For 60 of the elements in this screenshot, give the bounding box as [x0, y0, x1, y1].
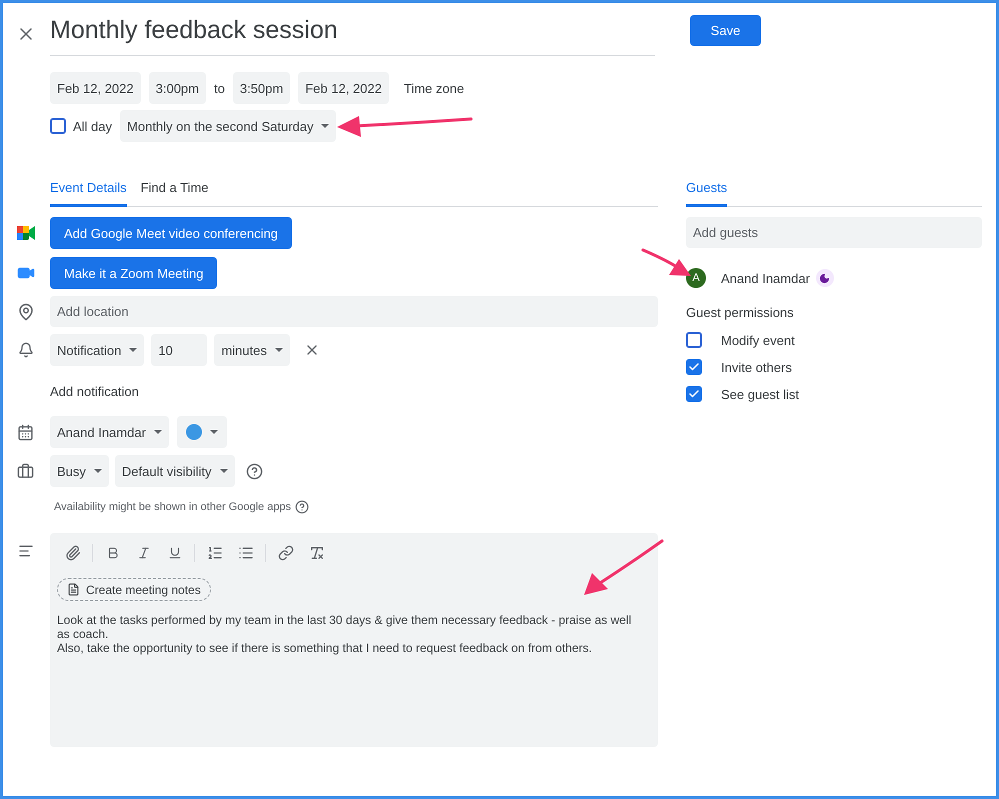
description-text: Look at the tasks performed by my team in the last 30 days & give them necessary feedback - praise as well as coach.	[57, 613, 632, 641]
all-day-checkbox[interactable]	[50, 118, 66, 134]
guest-avatar: A	[686, 268, 706, 288]
notification-unit-dropdown[interactable]: minutes	[214, 334, 290, 366]
permission-checkbox[interactable]	[686, 332, 702, 348]
color-dropdown[interactable]	[176, 416, 227, 448]
add-notification-link[interactable]: Add notification	[50, 384, 139, 399]
attach-icon[interactable]	[64, 545, 80, 561]
briefcase-icon	[17, 462, 34, 480]
save-button[interactable]: Save	[690, 15, 761, 46]
all-day-label: All day	[73, 118, 112, 134]
date-separator: to	[214, 80, 225, 96]
event-title-field[interactable]: Monthly feedback session	[50, 12, 655, 56]
guest-name: Anand Inamdar	[721, 270, 810, 286]
italic-icon[interactable]	[136, 546, 150, 560]
help-icon[interactable]	[246, 462, 262, 480]
calendar-icon	[17, 424, 34, 440]
underline-icon[interactable]	[168, 546, 182, 560]
zoom-button[interactable]: Make it a Zoom Meeting	[50, 257, 218, 289]
bell-icon	[18, 342, 34, 358]
end-time-field[interactable]: 3:50pm	[232, 72, 290, 104]
tab[interactable]: Find a Time	[140, 172, 209, 207]
description-icon	[18, 543, 34, 559]
permission-label: Modify event	[721, 332, 796, 348]
annotation-arrow	[642, 248, 691, 276]
bulleted-list-icon[interactable]	[238, 545, 254, 561]
create-notes-button[interactable]: Create meeting notes	[57, 578, 211, 601]
start-time-field[interactable]: 3:00pm	[148, 72, 206, 104]
calendar-owner-dropdown[interactable]: Anand Inamdar	[50, 416, 169, 448]
guests-tab[interactable]: Guests	[686, 172, 728, 207]
permission-checkbox[interactable]	[686, 386, 702, 402]
moon-icon	[816, 269, 834, 287]
location-pin-icon	[16, 302, 34, 320]
video-camera-icon	[16, 226, 34, 240]
tab[interactable]: Event Details	[50, 172, 127, 207]
start-date-field[interactable]: Feb 12, 2022	[50, 72, 141, 104]
description-text: Also, take the opportunity to see if there is something that I need to request feedback on from others.	[57, 641, 593, 655]
check-icon	[688, 361, 700, 373]
meet-button[interactable]: Add Google Meet video conferencing	[50, 217, 292, 249]
document-icon	[67, 583, 80, 596]
recurrence-dropdown[interactable]: Monthly on the second Saturday	[120, 110, 336, 142]
time-zone-link[interactable]: Time zone	[396, 72, 472, 104]
busy-dropdown[interactable]: Busy	[50, 455, 109, 487]
check-icon	[688, 388, 700, 400]
permission-label: Invite others	[721, 360, 793, 374]
link-icon[interactable]	[278, 545, 294, 561]
availability-note: Availability might be shown in other Google apps	[54, 501, 292, 513]
end-date-field[interactable]: Feb 12, 2022	[298, 72, 389, 104]
numbered-list-icon[interactable]	[206, 545, 222, 561]
notification-type-dropdown[interactable]: Notification	[50, 334, 144, 366]
guest-permissions-heading: Guest permissions	[686, 305, 795, 320]
help-icon[interactable]	[295, 500, 310, 514]
permission-checkbox[interactable]	[686, 359, 702, 375]
clear-formatting-icon[interactable]	[308, 545, 324, 561]
description-editor[interactable]	[50, 533, 658, 747]
location-field[interactable]: Add location	[50, 296, 658, 327]
notification-value-field[interactable]: 10	[151, 334, 208, 366]
permission-label: See guest list	[721, 386, 800, 402]
add-guests-field[interactable]: Add guests	[686, 217, 982, 248]
visibility-dropdown[interactable]: Default visibility	[114, 455, 234, 487]
